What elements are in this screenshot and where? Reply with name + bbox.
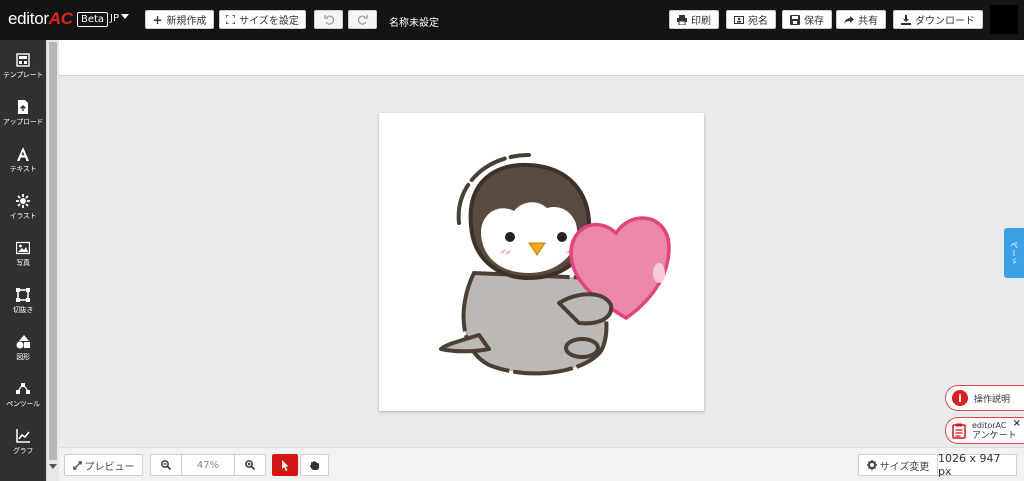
save-button[interactable]: 保存 <box>782 10 832 29</box>
expand-arrows-icon <box>72 460 82 470</box>
user-avatar[interactable] <box>990 5 1018 34</box>
address-button[interactable]: 宛名 <box>726 10 776 29</box>
info-icon: i <box>952 390 968 406</box>
print-button[interactable]: 印刷 <box>669 10 719 29</box>
floppy-icon <box>790 14 800 25</box>
survey-button[interactable]: editorAC アンケート × <box>945 417 1024 444</box>
close-icon[interactable]: × <box>1013 418 1021 429</box>
undo-button[interactable] <box>314 10 343 29</box>
app-logo[interactable]: editorAC <box>8 9 73 29</box>
redo-icon <box>357 14 368 25</box>
canvas-dimensions: 1026 x 947 px <box>937 452 1017 478</box>
beta-badge: Beta <box>77 12 109 27</box>
expand-icon <box>226 15 236 24</box>
download-button[interactable]: ダウンロード <box>893 10 983 29</box>
photo-icon <box>16 241 30 255</box>
gear-icon <box>866 460 877 470</box>
address-card-icon <box>734 15 744 24</box>
zoom-out-icon <box>161 460 171 470</box>
new-document-button[interactable]: + 新規作成 <box>145 10 214 29</box>
share-button[interactable]: 共有 <box>836 10 886 29</box>
hand-tool-button[interactable] <box>300 454 329 476</box>
printer-icon <box>677 14 687 25</box>
sidebar-item-upload[interactable]: アップロード <box>0 90 46 136</box>
select-tool-button[interactable] <box>272 454 298 476</box>
preview-button[interactable]: プレビュー <box>64 454 143 476</box>
resize-button[interactable]: サイズ変更 <box>858 454 938 476</box>
redo-button[interactable] <box>348 10 377 29</box>
cursor-arrow-icon <box>281 459 288 471</box>
top-toolbar: editorAC Beta JP + 新規作成 サイズを設定 名称未設定 印刷 … <box>0 0 1024 40</box>
hand-icon <box>309 460 319 470</box>
zoom-in-button[interactable] <box>234 454 266 476</box>
clipboard-icon <box>952 423 966 439</box>
sidebar-item-template[interactable]: テンプレート <box>0 43 46 89</box>
zoom-in-icon <box>245 460 255 470</box>
shapes-icon <box>16 335 30 349</box>
language-selector[interactable]: JP <box>110 13 129 24</box>
upload-icon <box>18 100 28 114</box>
scroll-down-arrow-icon[interactable] <box>49 464 57 469</box>
sidebar-item-illustration[interactable]: イラスト <box>0 184 46 230</box>
undo-icon <box>323 14 334 25</box>
sidebar-item-pen-tool[interactable]: ペンツール <box>0 372 46 418</box>
sidebar-item-text[interactable]: テキスト <box>0 137 46 183</box>
zoom-out-button[interactable] <box>150 454 182 476</box>
document-name[interactable]: 名称未設定 <box>389 14 439 29</box>
help-button[interactable]: i 操作説明 <box>945 385 1024 411</box>
share-icon <box>844 15 854 24</box>
penguin-heart-illustration[interactable] <box>379 113 704 411</box>
canvas-header-strip <box>59 40 1024 76</box>
chevron-down-icon <box>120 14 129 19</box>
template-icon <box>16 53 30 67</box>
left-sidebar: テンプレート アップロード テキスト イラスト 写真 切抜き 図形 ペンツール … <box>0 40 46 481</box>
sidebar-scrollbar[interactable] <box>46 40 59 481</box>
sidebar-item-chart[interactable]: グラフ <box>0 419 46 465</box>
sidebar-item-photo[interactable]: 写真 <box>0 231 46 277</box>
download-icon <box>901 14 911 25</box>
design-canvas[interactable] <box>379 113 704 411</box>
crop-icon <box>16 288 30 302</box>
side-panel-tab[interactable]: ぺーゞ <box>1004 228 1024 278</box>
sidebar-item-crop[interactable]: 切抜き <box>0 278 46 324</box>
plus-icon: + <box>152 12 163 27</box>
illustration-icon <box>16 194 30 208</box>
pen-tool-icon <box>16 383 30 394</box>
text-icon <box>17 147 29 161</box>
sidebar-item-shapes[interactable]: 図形 <box>0 325 46 371</box>
scrollbar-thumb[interactable] <box>49 42 57 460</box>
chart-icon <box>16 429 30 443</box>
zoom-level[interactable]: 47% <box>181 454 235 476</box>
set-size-button[interactable]: サイズを設定 <box>219 10 306 29</box>
